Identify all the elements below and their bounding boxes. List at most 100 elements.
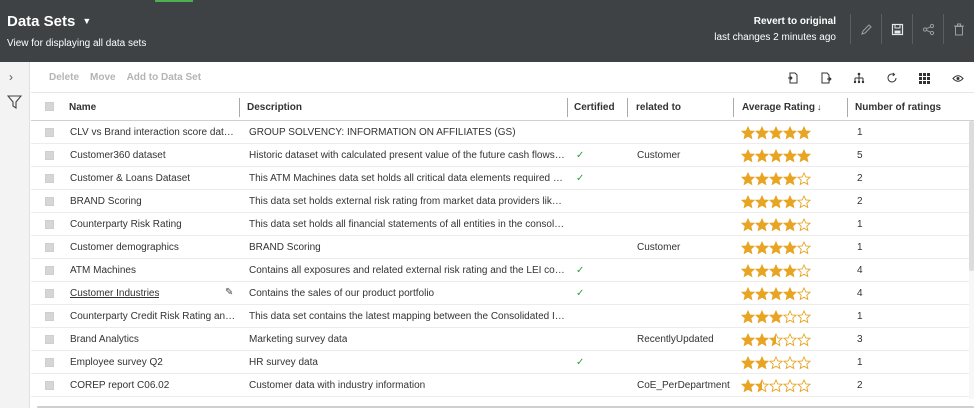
column-separator[interactable] bbox=[733, 98, 734, 117]
star-empty-icon[interactable] bbox=[797, 332, 811, 347]
row-checkbox[interactable] bbox=[45, 220, 54, 229]
star-filled-icon[interactable] bbox=[741, 171, 755, 186]
star-filled-icon[interactable] bbox=[769, 125, 783, 140]
column-separator[interactable] bbox=[567, 98, 568, 117]
row-checkbox[interactable] bbox=[45, 289, 54, 298]
column-separator[interactable] bbox=[627, 98, 628, 117]
star-empty-icon[interactable] bbox=[797, 217, 811, 232]
hierarchy-icon[interactable] bbox=[842, 69, 875, 87]
row-checkbox[interactable] bbox=[45, 243, 54, 252]
star-filled-icon[interactable] bbox=[741, 217, 755, 232]
star-filled-icon[interactable] bbox=[755, 355, 769, 370]
star-filled-icon[interactable] bbox=[783, 286, 797, 301]
star-filled-icon[interactable] bbox=[741, 355, 755, 370]
table-row[interactable]: Customer & Loans Dataset This ATM Machine… bbox=[31, 167, 974, 190]
star-filled-icon[interactable] bbox=[783, 240, 797, 255]
column-header-name[interactable]: Name bbox=[69, 93, 96, 121]
rating-stars[interactable] bbox=[741, 328, 851, 351]
revert-to-original-link[interactable]: Revert to original bbox=[714, 16, 836, 27]
rating-stars[interactable] bbox=[741, 190, 851, 213]
cell-name[interactable]: Customer & Loans Dataset bbox=[70, 167, 238, 190]
star-empty-icon[interactable] bbox=[797, 240, 811, 255]
star-filled-icon[interactable] bbox=[755, 125, 769, 140]
column-header-number-of-ratings[interactable]: Number of ratings bbox=[855, 93, 941, 121]
star-filled-icon[interactable] bbox=[769, 309, 783, 324]
star-filled-icon[interactable] bbox=[755, 286, 769, 301]
star-filled-icon[interactable] bbox=[755, 240, 769, 255]
edit-pencil-icon[interactable] bbox=[850, 14, 881, 44]
star-empty-icon[interactable] bbox=[783, 355, 797, 370]
row-checkbox[interactable] bbox=[45, 197, 54, 206]
chevron-right-icon[interactable]: › bbox=[9, 70, 13, 84]
star-filled-icon[interactable] bbox=[741, 332, 755, 347]
star-filled-icon[interactable] bbox=[755, 263, 769, 278]
column-separator[interactable] bbox=[847, 98, 848, 117]
title-row[interactable]: Data Sets ▼ bbox=[7, 13, 91, 30]
caret-down-icon[interactable]: ▼ bbox=[82, 16, 91, 26]
cell-name[interactable]: COREP report C06.02 bbox=[70, 374, 238, 397]
eye-icon[interactable] bbox=[941, 69, 974, 87]
cell-name[interactable]: Counterparty Credit Risk Rating and ... bbox=[70, 305, 238, 328]
row-checkbox[interactable] bbox=[45, 335, 54, 344]
cell-name[interactable]: ATM Machines bbox=[70, 259, 238, 282]
star-filled-icon[interactable] bbox=[783, 171, 797, 186]
column-separator[interactable] bbox=[239, 98, 240, 117]
data-set-name[interactable]: Counterparty Risk Rating bbox=[70, 219, 182, 230]
table-row[interactable]: Brand Analytics Marketing survey data Rece… bbox=[31, 328, 974, 351]
star-empty-icon[interactable] bbox=[797, 194, 811, 209]
star-filled-icon[interactable] bbox=[769, 263, 783, 278]
star-filled-icon[interactable] bbox=[783, 148, 797, 163]
star-filled-icon[interactable] bbox=[741, 378, 755, 393]
star-empty-icon[interactable] bbox=[797, 355, 811, 370]
document-export-icon[interactable] bbox=[809, 69, 842, 87]
row-checkbox[interactable] bbox=[45, 128, 54, 137]
filter-icon[interactable] bbox=[6, 95, 23, 114]
star-empty-icon[interactable] bbox=[783, 378, 797, 393]
page-title[interactable]: Data Sets bbox=[7, 13, 75, 30]
rating-stars[interactable] bbox=[741, 121, 851, 144]
rating-stars[interactable] bbox=[741, 144, 851, 167]
data-set-name[interactable]: Customer Industries bbox=[70, 288, 159, 299]
rating-stars[interactable] bbox=[741, 213, 851, 236]
data-set-name[interactable]: Brand Analytics bbox=[70, 334, 139, 345]
star-filled-icon[interactable] bbox=[741, 263, 755, 278]
star-half-icon[interactable] bbox=[769, 332, 783, 347]
star-filled-icon[interactable] bbox=[769, 286, 783, 301]
table-row[interactable]: Employee survey Q2 HR survey data ✓ 1 bbox=[31, 351, 974, 374]
refresh-icon[interactable] bbox=[875, 69, 908, 87]
data-set-name[interactable]: Customer360 dataset bbox=[70, 150, 166, 161]
star-filled-icon[interactable] bbox=[783, 194, 797, 209]
table-row[interactable]: ATM Machines Contains all exposures and r… bbox=[31, 259, 974, 282]
row-checkbox[interactable] bbox=[45, 312, 54, 321]
star-empty-icon[interactable] bbox=[783, 309, 797, 324]
share-icon[interactable] bbox=[912, 14, 943, 44]
rating-stars[interactable] bbox=[741, 374, 851, 397]
vertical-scrollbar-thumb[interactable] bbox=[969, 121, 974, 271]
star-filled-icon[interactable] bbox=[755, 171, 769, 186]
data-set-name[interactable]: BRAND Scoring bbox=[70, 196, 142, 207]
star-filled-icon[interactable] bbox=[755, 217, 769, 232]
rating-stars[interactable] bbox=[741, 259, 851, 282]
column-header-average-rating[interactable]: Average Rating ↓ bbox=[742, 93, 821, 121]
add-to-data-set-button[interactable]: Add to Data Set bbox=[127, 72, 201, 83]
rating-stars[interactable] bbox=[741, 282, 851, 305]
table-row[interactable]: Counterparty Risk Rating This data set ho… bbox=[31, 213, 974, 236]
row-checkbox[interactable] bbox=[45, 151, 54, 160]
cell-name[interactable]: Customer360 dataset bbox=[70, 144, 238, 167]
star-filled-icon[interactable] bbox=[741, 286, 755, 301]
trash-icon[interactable] bbox=[943, 14, 974, 44]
star-empty-icon[interactable] bbox=[797, 286, 811, 301]
star-filled-icon[interactable] bbox=[741, 125, 755, 140]
column-header-certified[interactable]: Certified bbox=[574, 93, 615, 121]
column-header-description[interactable]: Description bbox=[247, 93, 302, 121]
move-button[interactable]: Move bbox=[90, 72, 116, 83]
row-checkbox[interactable] bbox=[45, 266, 54, 275]
star-filled-icon[interactable] bbox=[783, 125, 797, 140]
star-filled-icon[interactable] bbox=[783, 217, 797, 232]
data-set-name[interactable]: CLV vs Brand interaction score datas... bbox=[70, 127, 238, 138]
data-set-name[interactable]: Customer demographics bbox=[70, 242, 179, 253]
star-filled-icon[interactable] bbox=[797, 148, 811, 163]
cell-name[interactable]: CLV vs Brand interaction score datas... bbox=[70, 121, 238, 144]
star-empty-icon[interactable] bbox=[783, 332, 797, 347]
delete-button[interactable]: Delete bbox=[49, 72, 79, 83]
